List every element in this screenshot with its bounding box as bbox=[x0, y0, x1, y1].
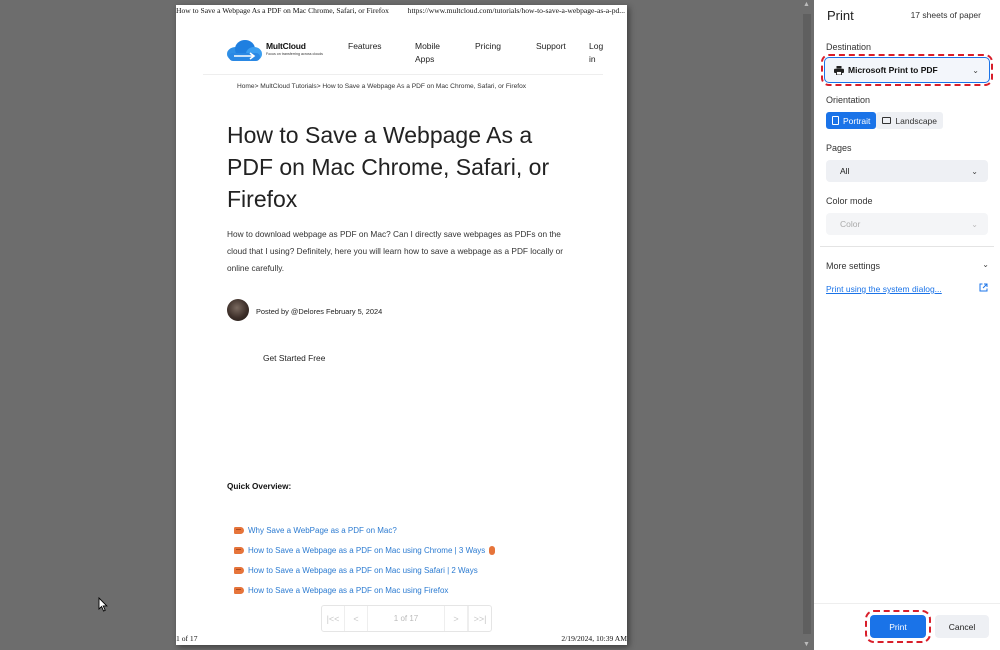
landscape-option[interactable]: Landscape bbox=[876, 112, 943, 129]
logo-wordmark: MultCloud bbox=[266, 41, 306, 51]
toc-item-label[interactable]: Why Save a WebPage as a PDF on Mac? bbox=[248, 526, 397, 535]
preview-scrollbar[interactable]: ▲ ▼ bbox=[800, 0, 814, 650]
author-avatar bbox=[227, 299, 249, 321]
panel-title: Print bbox=[827, 8, 854, 23]
print-preview-area: How to Save a Webpage As a PDF on Mac Ch… bbox=[0, 0, 800, 650]
mouse-pointer-icon bbox=[98, 597, 108, 612]
thumbs-icon bbox=[489, 546, 496, 556]
pointing-hand-icon bbox=[234, 566, 244, 574]
toc-item-label[interactable]: How to Save a Webpage as a PDF on Mac us… bbox=[248, 546, 485, 555]
preview-page-navigator: |<< < 1 of 17 > >>| bbox=[321, 605, 492, 632]
site-header: MultCloud Focus on transferring across c… bbox=[203, 33, 603, 75]
open-external-icon[interactable] bbox=[979, 283, 988, 292]
portrait-page-icon bbox=[832, 116, 839, 125]
scrollbar-thumb[interactable] bbox=[803, 14, 811, 634]
sheet-count: 17 sheets of paper bbox=[910, 10, 981, 20]
color-mode-label: Color mode bbox=[826, 196, 873, 206]
destination-select[interactable]: Microsoft Print to PDF ⌄ bbox=[821, 54, 993, 86]
portrait-option[interactable]: Portrait bbox=[826, 112, 877, 129]
article-title: How to Save a Webpage As a PDF on Mac Ch… bbox=[227, 122, 550, 212]
previous-page-button[interactable]: < bbox=[345, 606, 368, 631]
destination-value: Microsoft Print to PDF bbox=[848, 65, 938, 75]
page-footer-number: 1 of 17 bbox=[176, 634, 198, 643]
nav-features[interactable]: Features bbox=[348, 40, 382, 53]
multcloud-logo-icon bbox=[227, 40, 262, 61]
more-settings-toggle[interactable]: More settings bbox=[826, 261, 880, 271]
breadcrumb: Home> MultCloud Tutorials> How to Save a… bbox=[237, 83, 527, 90]
preview-page: How to Save a Webpage As a PDF on Mac Ch… bbox=[176, 5, 627, 645]
chevron-down-icon: ⌄ bbox=[972, 66, 979, 75]
toc-item[interactable]: How to Save a Webpage as a PDF on Mac us… bbox=[234, 541, 496, 561]
landscape-page-icon bbox=[882, 117, 892, 124]
header-divider bbox=[203, 74, 603, 75]
logo-tagline: Focus on transferring across clouds bbox=[266, 52, 323, 56]
first-page-button[interactable]: |<< bbox=[322, 606, 345, 631]
toc-item[interactable]: How to Save a Webpage as a PDF on Mac us… bbox=[234, 580, 495, 600]
chevron-down-icon: ⌄ bbox=[971, 220, 978, 229]
destination-label: Destination bbox=[826, 42, 872, 52]
chevron-down-icon[interactable]: ⌄ bbox=[982, 260, 989, 269]
pointing-hand-icon bbox=[234, 586, 244, 594]
toc-item[interactable]: How to Save a Webpage as a PDF on Mac us… bbox=[234, 561, 495, 581]
portrait-label: Portrait bbox=[843, 115, 871, 126]
page-header-title: How to Save a Webpage As a PDF on Mac Ch… bbox=[176, 6, 389, 15]
article-intro: How to download webpage as PDF on Mac? C… bbox=[227, 229, 564, 273]
next-page-button[interactable]: > bbox=[445, 606, 468, 631]
pointing-hand-icon bbox=[234, 527, 244, 535]
nav-mobile-apps[interactable]: Mobile Apps bbox=[415, 40, 447, 66]
pages-value: All bbox=[840, 166, 850, 176]
cancel-button[interactable]: Cancel bbox=[935, 615, 989, 638]
color-mode-select[interactable]: Color ⌄ bbox=[826, 213, 988, 235]
nav-pricing[interactable]: Pricing bbox=[475, 40, 501, 53]
pages-select[interactable]: All ⌄ bbox=[826, 160, 988, 182]
toc-item[interactable]: Why Save a WebPage as a PDF on Mac? bbox=[234, 521, 495, 541]
print-button[interactable]: Print bbox=[865, 610, 931, 643]
nav-login[interactable]: Log in bbox=[589, 40, 603, 66]
chevron-down-icon: ⌄ bbox=[971, 167, 978, 176]
page-position: 1 of 17 bbox=[368, 606, 445, 631]
page-header-url: https://www.multcloud.com/tutorials/how-… bbox=[407, 6, 625, 15]
table-of-contents: Why Save a WebPage as a PDF on Mac? How … bbox=[234, 521, 496, 600]
color-mode-value: Color bbox=[840, 219, 861, 229]
pointing-hand-icon bbox=[234, 547, 244, 555]
overview-heading: Quick Overview: bbox=[227, 482, 292, 491]
toc-item-label[interactable]: How to Save a Webpage as a PDF on Mac us… bbox=[248, 566, 478, 575]
orientation-toggle: Portrait Landscape bbox=[826, 112, 943, 129]
toc-item-label[interactable]: How to Save a Webpage as a PDF on Mac us… bbox=[248, 586, 448, 595]
system-dialog-link[interactable]: Print using the system dialog... bbox=[826, 284, 942, 294]
scroll-up-arrow-icon[interactable]: ▲ bbox=[803, 1, 810, 8]
panel-divider bbox=[820, 246, 994, 247]
get-started-link[interactable]: Get Started Free bbox=[263, 353, 325, 363]
nav-support[interactable]: Support bbox=[536, 40, 566, 53]
landscape-label: Landscape bbox=[895, 115, 937, 126]
printer-icon bbox=[834, 65, 844, 75]
print-settings-panel: Print 17 sheets of paper Destination Mic… bbox=[814, 0, 1000, 650]
page-footer-date: 2/19/2024, 10:39 AM bbox=[561, 634, 627, 643]
author-byline: Posted by @Delores February 5, 2024 bbox=[256, 307, 383, 316]
last-page-button[interactable]: >>| bbox=[468, 606, 491, 631]
orientation-label: Orientation bbox=[826, 95, 871, 105]
scroll-down-arrow-icon[interactable]: ▼ bbox=[803, 641, 810, 648]
pages-label: Pages bbox=[826, 143, 852, 153]
panel-footer-divider bbox=[814, 603, 1000, 604]
